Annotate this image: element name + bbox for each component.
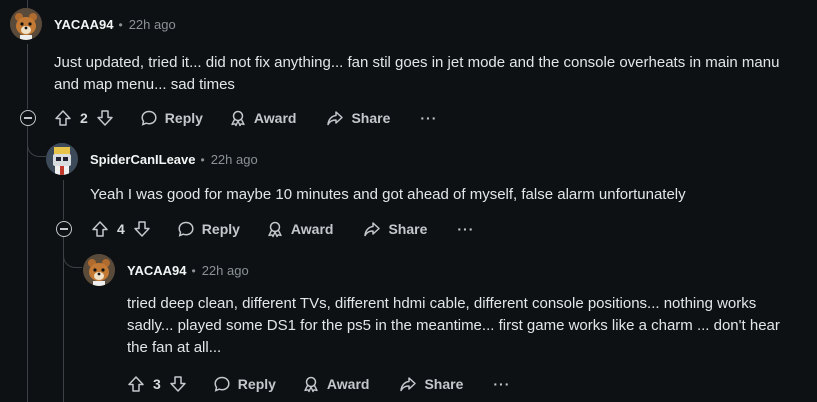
downvote-icon	[134, 221, 150, 237]
thread-line-child	[63, 180, 64, 220]
reply-bubble-icon	[214, 376, 230, 392]
downvote-button[interactable]	[96, 109, 114, 127]
reply-bubble-icon	[178, 221, 194, 237]
thread-connector-2	[63, 237, 82, 268]
vote-count: 3	[153, 376, 161, 392]
meta-separator: •	[191, 263, 196, 278]
author-name[interactable]: YACAA94	[54, 17, 114, 32]
award-button[interactable]: Award	[229, 109, 297, 127]
share-arrow-icon	[400, 377, 417, 392]
award-icon	[304, 376, 318, 393]
timestamp[interactable]: 22h ago	[202, 263, 249, 278]
timestamp[interactable]: 22h ago	[129, 17, 176, 32]
share-button[interactable]: Share	[326, 109, 390, 127]
vote-count: 2	[80, 110, 88, 126]
share-button[interactable]: Share	[399, 375, 463, 393]
upvote-button[interactable]	[54, 109, 72, 127]
reply-label: Reply	[237, 376, 276, 392]
comment-meta: YACAA94 • 22h ago	[54, 17, 176, 32]
bear-avatar	[83, 254, 115, 286]
reply-label: Reply	[201, 221, 240, 237]
robot-avatar	[46, 143, 78, 175]
comment-body: tried deep clean, different TVs, differe…	[127, 295, 780, 356]
award-icon	[231, 110, 245, 127]
reply-button[interactable]: Reply	[177, 220, 240, 238]
upvote-button[interactable]	[91, 220, 109, 238]
more-dots-icon: ···	[420, 110, 438, 126]
reply-button[interactable]: Reply	[213, 375, 276, 393]
comment-body: Just updated, tried it... did not fix an…	[54, 54, 780, 93]
award-label: Award	[326, 376, 370, 392]
author-name[interactable]: YACAA94	[127, 263, 187, 278]
meta-separator: •	[118, 17, 123, 32]
more-dots-icon: ···	[493, 376, 511, 392]
comment-actions: 3 Reply Award Share ···	[127, 374, 510, 394]
more-options-button[interactable]: ···	[420, 110, 437, 126]
thread-line-root	[27, 44, 28, 109]
share-label: Share	[351, 110, 391, 126]
author-name[interactable]: SpiderCanILeave	[90, 152, 196, 167]
comment-meta: YACAA94 • 22h ago	[127, 263, 249, 278]
award-icon	[268, 221, 282, 238]
comment-meta: SpiderCanILeave • 22h ago	[90, 152, 258, 167]
upvote-icon	[92, 221, 108, 237]
avatar[interactable]	[46, 143, 78, 175]
upvote-icon	[55, 110, 71, 126]
vote-count: 4	[117, 221, 125, 237]
more-dots-icon: ···	[457, 221, 475, 237]
thread-line-root-lower	[27, 126, 28, 402]
downvote-button[interactable]	[133, 220, 151, 238]
bear-avatar	[10, 8, 42, 40]
collapse-minus-icon[interactable]	[20, 110, 36, 126]
share-label: Share	[424, 376, 464, 392]
reply-bubble-icon	[141, 110, 157, 126]
upvote-icon	[128, 376, 144, 392]
award-label: Award	[253, 110, 297, 126]
share-arrow-icon	[364, 222, 381, 237]
share-arrow-icon	[327, 111, 344, 126]
comment-body: Yeah I was good for maybe 10 minutes and…	[90, 186, 686, 203]
meta-separator: •	[200, 152, 205, 167]
reply-label: Reply	[164, 110, 203, 126]
thread-connector-1	[27, 126, 46, 157]
collapse-minus-icon[interactable]	[56, 221, 72, 237]
avatar[interactable]	[10, 8, 42, 40]
award-button[interactable]: Award	[266, 220, 334, 238]
downvote-icon	[97, 110, 113, 126]
avatar[interactable]	[83, 254, 115, 286]
downvote-button[interactable]	[169, 375, 187, 393]
upvote-button[interactable]	[127, 375, 145, 393]
award-label: Award	[290, 221, 334, 237]
downvote-icon	[170, 376, 186, 392]
award-button[interactable]: Award	[302, 375, 370, 393]
reply-button[interactable]: Reply	[140, 109, 203, 127]
share-label: Share	[388, 221, 428, 237]
timestamp[interactable]: 22h ago	[211, 152, 258, 167]
comment-actions: 2 Reply Award Share ···	[54, 108, 437, 128]
more-options-button[interactable]: ···	[457, 221, 474, 237]
comment-actions: 4 Reply Award Share ···	[91, 219, 474, 239]
more-options-button[interactable]: ···	[493, 376, 510, 392]
share-button[interactable]: Share	[363, 220, 427, 238]
